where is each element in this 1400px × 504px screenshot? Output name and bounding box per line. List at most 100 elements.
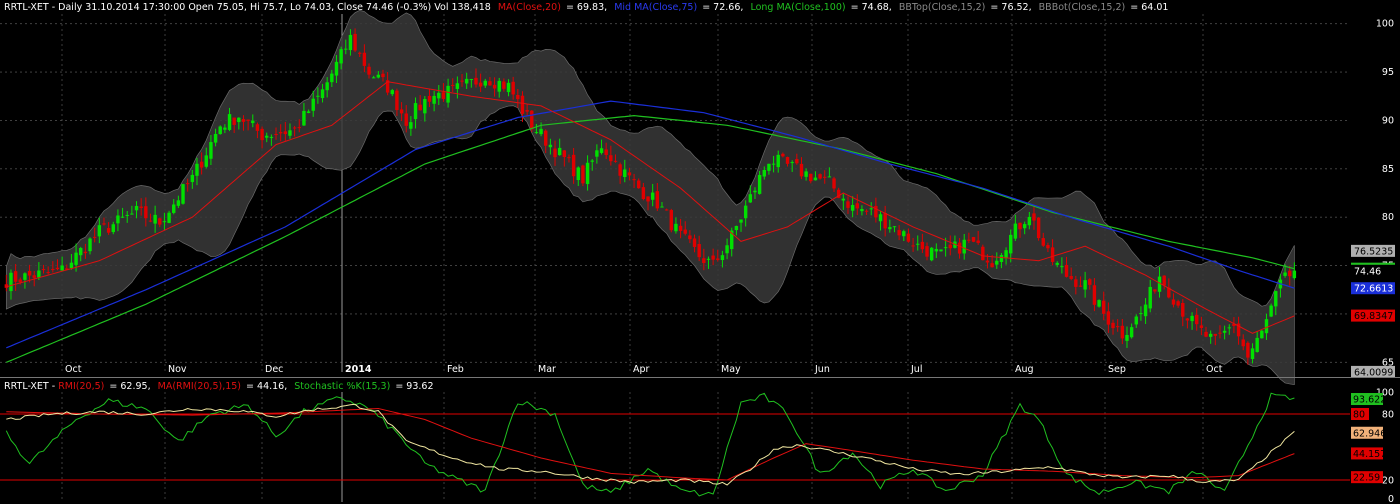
date-tick-label: Jun [814,364,830,375]
price-value-tag-text: 69.8347 [1354,311,1393,322]
price-value-tag: 76.5235 [1351,244,1395,257]
candle-body [1288,270,1292,277]
candle-body [1013,223,1018,239]
date-tick-label: Apr [633,364,650,375]
price-value-tag: 69.8347 [1351,309,1395,322]
candle-body [553,148,557,158]
candle-body [906,233,911,242]
candle-body [297,127,301,129]
candle-body [1292,270,1297,279]
candle-body [1260,330,1264,339]
candle-body [855,203,859,209]
candle-body [539,128,543,135]
header-ma75-value: = 72.66, [702,2,743,13]
candle-body [655,191,660,209]
candle-body [418,104,422,111]
candle-body [1022,224,1027,229]
candle-body [1181,303,1185,317]
candle-body [544,130,548,146]
candle-body [609,155,613,162]
candle-body [246,119,250,121]
candle-body [962,239,966,254]
price-value-tag-text: 76.5235 [1354,246,1393,257]
candle-body [799,163,804,177]
candle-body [181,184,185,204]
candle-body [1004,250,1008,259]
candle-body [134,205,139,211]
candle-body [999,255,1004,262]
candle-body [464,78,469,84]
candle-body [158,218,162,225]
candle-body [1143,304,1148,317]
date-tick-label: 2014 [345,364,372,375]
candle-body [985,260,990,263]
candle-body [283,131,288,135]
date-tick-label: Oct [65,364,82,375]
candle-body [990,263,994,268]
header-bbtop-value: = 76.52, [990,2,1031,13]
candle-body [451,84,455,86]
candle-body [771,163,776,165]
date-tick-label: Sep [1108,364,1126,375]
candle-body [911,245,915,247]
candle-body [9,272,13,292]
candle-body [850,204,855,211]
candle-body [190,174,195,183]
candle-body [948,244,952,249]
price-tick-label: 80 [1382,212,1394,223]
candle-body [604,149,608,155]
candle-body [51,269,55,271]
header-bbbot-value: = 64.01 [1130,2,1168,13]
candle-body [478,82,483,87]
candle-body [199,161,204,168]
candle-body [483,80,487,86]
candle-body [674,223,678,232]
candle-body [255,124,260,131]
candle-body [41,269,46,271]
candle-body [897,230,901,236]
candle-body [967,239,971,241]
candle-body [660,206,664,208]
candle [181,183,185,205]
candle-body [957,242,962,254]
candle-body [929,247,934,261]
candle-body [827,176,832,178]
candle [1269,303,1273,318]
candle-body [1027,216,1032,226]
candle-body [1078,285,1083,287]
candle-body [530,110,534,130]
oscillator-header: RRTL-XET - RMI(20,5) = 62.95, MA(RMI(20,… [4,381,434,392]
candle-body [720,255,725,261]
candle-body [627,172,632,176]
candle-body [488,81,492,86]
candle-body [576,167,580,181]
oscillator-value-tag-text: 93.6228 [1353,395,1392,406]
candle-body [172,204,176,213]
candle-body [37,270,41,278]
candle-body [1195,314,1199,325]
candle-body [1199,325,1204,329]
candle-body [757,175,762,194]
oscillator-value-tag: 22.59 [1351,471,1383,484]
candle-body [916,243,920,245]
date-tick-label: Feb [447,364,464,375]
candle-body [585,162,590,185]
candle-body [641,187,646,200]
date-tick-label: Aug [1015,364,1034,375]
date-tick-label: May [721,364,741,375]
candle-body [971,237,976,242]
header-ma75-label: Mid MA(Close,75) [614,2,697,13]
candle-body [185,183,190,185]
candle-body [311,98,315,111]
candle [981,244,985,261]
candle-body [1055,262,1059,265]
candle-body [348,34,353,51]
candle-body [474,77,478,85]
candle-body [739,219,743,223]
candle-body [269,136,274,138]
candle-body [934,248,939,252]
candle-body [557,147,562,156]
candle-body [274,134,278,136]
candle-body [18,279,22,283]
candle-body [1009,234,1013,254]
